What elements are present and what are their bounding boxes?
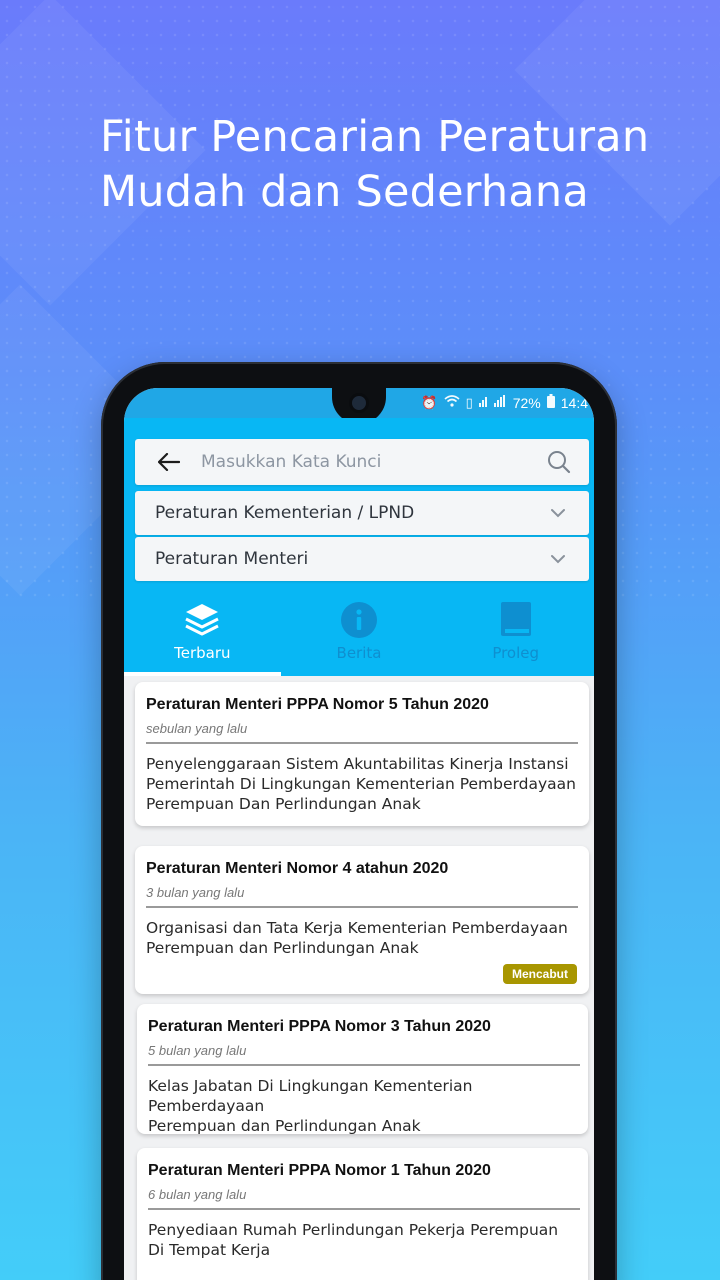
clock: 14:4 <box>560 394 588 411</box>
front-camera <box>349 393 369 413</box>
battery-percent: 72% <box>512 394 541 411</box>
active-tab-indicator <box>124 672 281 676</box>
divider <box>148 1064 580 1066</box>
chevron-down-icon <box>551 505 565 523</box>
list-item[interactable]: Peraturan Menteri PPPA Nomor 5 Tahun 202… <box>135 682 589 826</box>
status-badge: Mencabut <box>502 964 577 984</box>
sim-icon: ▯ <box>465 394 473 410</box>
regulation-title: Peraturan Menteri PPPA Nomor 3 Tahun 202… <box>148 1018 491 1035</box>
regulation-description: Organisasi dan Tata Kerja Kementerian Pe… <box>146 918 568 957</box>
battery-icon <box>546 394 555 411</box>
divider <box>146 742 578 744</box>
tab-berita[interactable]: Berita <box>281 588 438 676</box>
list-item[interactable]: Peraturan Menteri PPPA Nomor 1 Tahun 202… <box>137 1148 588 1280</box>
category-dropdown-value: Peraturan Kementerian / LPND <box>155 503 415 523</box>
signal-icon <box>478 395 507 410</box>
search-bar <box>135 439 589 485</box>
status-icons: ⏰ ▯ 72% 14:4 <box>421 394 588 411</box>
promo-headline: Fitur Pencarian Peraturan Mudah dan Sede… <box>100 110 700 220</box>
tab-proleg[interactable]: Proleg <box>437 588 594 676</box>
divider <box>148 1208 580 1210</box>
list-item[interactable]: Peraturan Menteri Nomor 4 atahun 2020 3 … <box>135 846 589 994</box>
regulation-title: Peraturan Menteri Nomor 4 atahun 2020 <box>146 860 449 877</box>
app-header: Peraturan Kementerian / LPND Peraturan M… <box>124 418 594 676</box>
regulation-title: Peraturan Menteri PPPA Nomor 5 Tahun 202… <box>146 696 489 713</box>
tab-bar: Terbaru Berita Proleg <box>124 588 594 676</box>
chevron-down-icon <box>551 551 565 569</box>
regulation-description: Penyediaan Rumah Perlindungan Pekerja Pe… <box>148 1220 559 1259</box>
tab-berita-label: Berita <box>336 644 382 662</box>
phone-screen: ⏰ ▯ 72% 14:4 Peraturan <box>124 388 594 1280</box>
regulation-description: Penyelenggaraan Sistem Akuntabilitas Kin… <box>146 754 576 813</box>
tab-terbaru-label: Terbaru <box>174 644 231 662</box>
list-item[interactable]: Peraturan Menteri PPPA Nomor 3 Tahun 202… <box>137 1004 588 1135</box>
layers-icon <box>183 600 221 640</box>
type-dropdown-value: Peraturan Menteri <box>155 549 309 569</box>
regulation-time: 3 bulan yang lalu <box>146 885 245 900</box>
book-icon <box>499 600 533 640</box>
regulation-title: Peraturan Menteri PPPA Nomor 1 Tahun 202… <box>148 1162 491 1179</box>
alarm-icon: ⏰ <box>421 394 438 410</box>
search-icon[interactable] <box>547 450 571 479</box>
headline-line-1: Fitur Pencarian Peraturan <box>100 112 650 162</box>
info-icon <box>340 600 378 640</box>
tab-terbaru[interactable]: Terbaru <box>124 588 281 676</box>
regulation-time: 6 bulan yang lalu <box>148 1187 247 1202</box>
tab-proleg-label: Proleg <box>492 644 540 662</box>
type-dropdown[interactable]: Peraturan Menteri <box>135 537 589 581</box>
category-dropdown[interactable]: Peraturan Kementerian / LPND <box>135 491 589 535</box>
regulation-time: sebulan yang lalu <box>146 721 248 736</box>
back-arrow-icon[interactable] <box>151 444 187 480</box>
regulation-time: 5 bulan yang lalu <box>148 1043 247 1058</box>
divider <box>146 906 578 908</box>
wifi-icon <box>444 395 460 410</box>
regulation-description: Kelas Jabatan Di Lingkungan Kementerian … <box>148 1076 473 1135</box>
headline-line-2: Mudah dan Sederhana <box>100 167 589 217</box>
search-input[interactable] <box>201 452 531 472</box>
